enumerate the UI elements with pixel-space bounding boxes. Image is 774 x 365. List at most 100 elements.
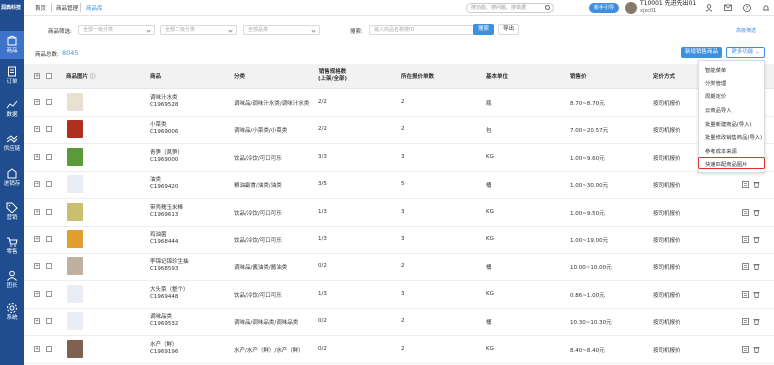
row-checkbox[interactable]	[46, 345, 52, 352]
product-thumbnail[interactable]	[67, 257, 83, 276]
expand-row-icon[interactable]: +	[34, 236, 40, 242]
notification-icon[interactable]	[762, 4, 770, 12]
pricing-method-cell: 按司机报价	[653, 155, 681, 162]
menu-item-5[interactable]: 批量修改销售商品(导入)	[705, 133, 762, 141]
new-guide-button[interactable]: 新手引导	[589, 3, 619, 13]
pricing-method-cell: 按司机报价	[653, 320, 681, 327]
product-thumbnail[interactable]	[67, 284, 83, 303]
row-checkbox[interactable]	[46, 99, 52, 105]
category-level1-select[interactable]: 全部一级分类	[78, 25, 155, 35]
expand-row-icon[interactable]: +	[34, 208, 40, 215]
row-checkbox[interactable]	[46, 181, 52, 188]
product-name-cell[interactable]: 小菜类 C1969006	[150, 122, 178, 136]
row-checkbox[interactable]	[46, 208, 52, 215]
header-name[interactable]: 商品	[150, 72, 161, 80]
product-thumbnail[interactable]	[67, 147, 83, 166]
product-thumbnail[interactable]	[67, 120, 83, 139]
product-name-cell[interactable]: 油类 C1969420	[150, 177, 178, 191]
edit-icon[interactable]	[742, 181, 749, 189]
category-level2-select[interactable]: 全部二级分类	[160, 25, 237, 35]
product-name-cell[interactable]: 鸡油菌 C1968444	[150, 232, 178, 246]
search-button[interactable]: 搜索	[473, 24, 494, 35]
edit-icon[interactable]	[742, 236, 749, 243]
brand-select[interactable]: 全部品类	[243, 25, 320, 35]
product-thumbnail[interactable]	[67, 175, 83, 194]
more-functions-button[interactable]: 更多功能 ⌄	[726, 47, 765, 58]
expand-all-icon[interactable]: +	[34, 73, 40, 79]
edit-icon[interactable]	[742, 290, 749, 298]
menu-item-1[interactable]: 分类管理	[705, 79, 726, 87]
edit-icon[interactable]	[742, 318, 749, 326]
delete-icon[interactable]	[753, 181, 760, 189]
row-checkbox[interactable]	[46, 263, 52, 270]
product-name-cell[interactable]: 调味汁水类 C1969528	[150, 95, 178, 109]
menu-item-6[interactable]: 参考成本来源	[705, 147, 737, 155]
delete-icon[interactable]	[753, 291, 760, 298]
product-thumbnail[interactable]	[67, 312, 83, 331]
menu-item-2[interactable]: 周期定价	[705, 92, 726, 100]
product-name-cell[interactable]: 大头菜（整个） C1969448	[150, 287, 189, 301]
help-icon[interactable]: ?	[743, 4, 751, 12]
product-thumbnail[interactable]	[67, 202, 83, 221]
menu-item-3[interactable]: 云商品导入	[705, 106, 732, 114]
sidebar-item-person[interactable]: 团长	[0, 266, 24, 294]
menu-item-4[interactable]: 批量新建商品(导入)	[705, 120, 752, 128]
search-label: 搜索:	[350, 29, 363, 35]
row-checkbox[interactable]	[46, 153, 52, 160]
product-thumbnail[interactable]	[67, 93, 83, 111]
new-sale-product-button[interactable]: 新增销售商品	[681, 47, 722, 58]
global-search-input[interactable]: 搜功能、搜问题、搜单据	[466, 3, 554, 13]
expand-row-icon[interactable]: +	[34, 263, 40, 270]
expand-row-icon[interactable]: +	[34, 290, 40, 297]
row-checkbox[interactable]	[46, 290, 52, 297]
menu-item-0[interactable]: 智能菜单	[705, 66, 726, 74]
expand-row-icon[interactable]: +	[34, 181, 40, 188]
delete-icon[interactable]	[753, 346, 760, 353]
expand-row-icon[interactable]: +	[34, 318, 40, 325]
edit-icon[interactable]	[742, 345, 749, 353]
pricing-method-cell: 按司机报价	[653, 347, 681, 354]
row-checkbox[interactable]	[46, 126, 52, 133]
search-icon[interactable]	[545, 5, 550, 10]
delete-icon[interactable]	[753, 318, 760, 326]
select-all-checkbox[interactable]	[46, 73, 52, 79]
sidebar-item-chart[interactable]: 数据	[0, 95, 24, 123]
sidebar-item-tag[interactable]: 营销	[0, 198, 24, 226]
message-icon[interactable]	[724, 4, 732, 12]
summary-bar: 商品总数: 8045 新增销售商品 更多功能 ⌄	[24, 44, 774, 64]
edit-icon[interactable]	[742, 263, 749, 271]
product-name-cell[interactable]: 水产（鲜） C1969196	[150, 342, 178, 356]
product-name-cell[interactable]: 带壳糯玉米棒 C1969613	[150, 205, 183, 219]
avatar[interactable]	[625, 2, 637, 14]
app-logo: 润典科技	[1, 5, 22, 11]
filter-bar: 商品筛选: 全部一级分类 全部二级分类 全部品类 搜索: 输入商品名称搜ID 搜…	[24, 16, 774, 44]
expand-row-icon[interactable]: +	[34, 99, 40, 105]
expand-row-icon[interactable]: +	[34, 126, 40, 133]
sidebar-item-box[interactable]: 商品	[0, 31, 24, 59]
product-thumbnail[interactable]	[67, 230, 83, 248]
expand-row-icon[interactable]: +	[34, 345, 40, 352]
breadcrumb-home[interactable]: 首页	[35, 4, 46, 12]
export-button[interactable]: 导出	[498, 24, 519, 35]
delete-icon[interactable]	[753, 209, 760, 216]
product-code: C1969196	[150, 348, 179, 355]
delete-icon[interactable]	[753, 236, 760, 243]
expand-row-icon[interactable]: +	[34, 153, 40, 160]
sidebar-item-supply[interactable]: 供应链	[0, 129, 24, 157]
advanced-filter-link[interactable]: 高级筛选	[736, 27, 756, 34]
breadcrumb-section[interactable]: 商品管理	[56, 4, 78, 12]
sidebar-item-gear[interactable]: 系统	[0, 298, 24, 326]
product-name-cell[interactable]: 李锦记锦珍生抽 C1968593	[150, 259, 189, 273]
product-thumbnail[interactable]	[67, 339, 83, 358]
sidebar-item-cart[interactable]: 零售	[0, 232, 24, 260]
product-name-cell[interactable]: 青笋（莴笋） C1969000	[150, 150, 183, 164]
row-checkbox[interactable]	[46, 318, 52, 325]
row-checkbox[interactable]	[46, 236, 52, 242]
person-switch-icon[interactable]	[705, 4, 713, 12]
product-name-cell[interactable]: 调味品类 C1969532	[150, 314, 178, 328]
edit-icon[interactable]	[742, 208, 749, 216]
delete-icon[interactable]	[753, 263, 760, 271]
sidebar-item-inventory[interactable]: 进销存	[0, 164, 24, 192]
sidebar-item-order[interactable]: 订单	[0, 62, 24, 90]
product-search-input[interactable]: 输入商品名称搜ID	[369, 25, 489, 35]
